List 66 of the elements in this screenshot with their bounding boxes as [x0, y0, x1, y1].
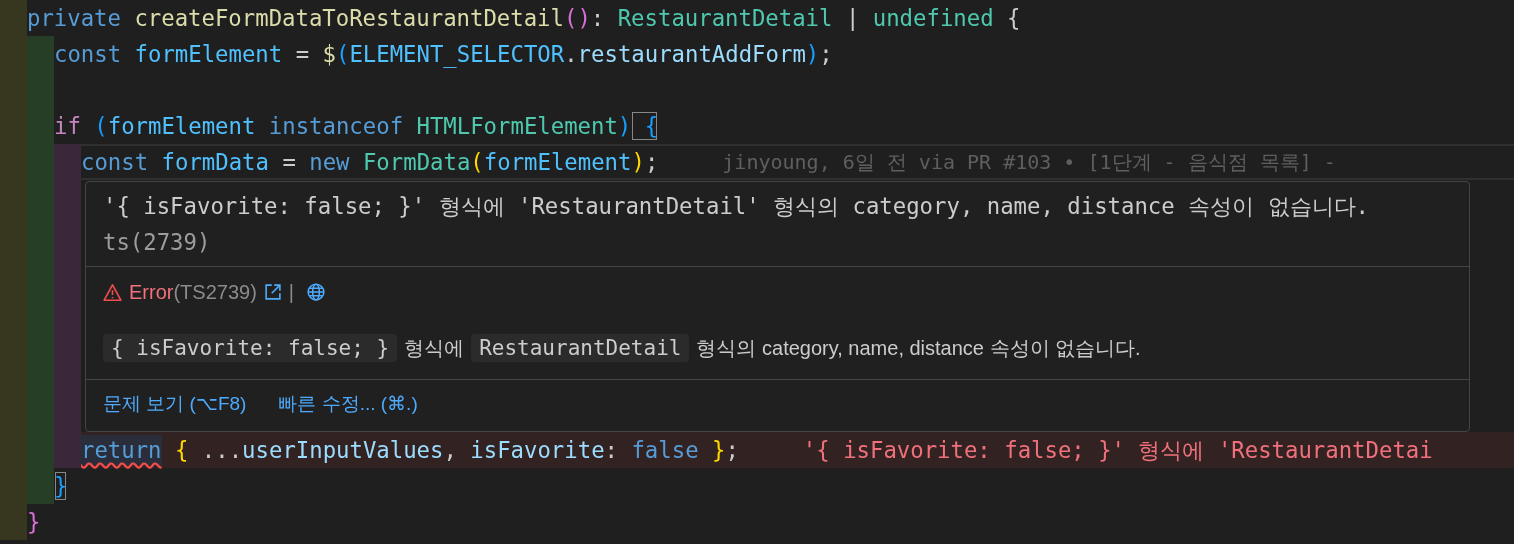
code-token: : — [604, 436, 618, 465]
code-token: ; — [644, 148, 659, 177]
code-token: : — [590, 4, 605, 33]
code-chip: { isFavorite: false; } — [103, 334, 398, 362]
code-token: ; — [725, 436, 739, 465]
code-token: RestaurantDetail — [616, 4, 833, 33]
code-token: { — [173, 436, 189, 465]
detail-text: 형식의 category, name, distance 속성이 없습니다. — [696, 335, 1141, 361]
code-token: ( — [470, 148, 484, 177]
indent-guide — [0, 0, 27, 36]
hover-message: '{ isFavorite: false; }' 형식에 'RestaurantDetail' 형식의 category, name, distance 속성이 없습니다. ts(2739) — [102, 192, 1370, 257]
code-token: = — [281, 148, 296, 177]
code-token: if — [54, 112, 81, 141]
blame-annotation: jinyoung, 6일 전 via PR #103 • [1단계 - 음식점 목록] - — [722, 149, 1336, 176]
code-token: } — [27, 508, 41, 537]
code-token: ) — [617, 112, 632, 141]
matched-bracket: } — [54, 471, 68, 501]
code-token: ( — [335, 40, 350, 69]
code-token: restaurantAddForm — [577, 40, 806, 69]
code-token: createFormDataToRestaurantDetail — [133, 4, 564, 33]
detail-text: 형식에 — [404, 335, 465, 361]
code-token: const — [54, 40, 122, 69]
code-token: () — [563, 4, 591, 33]
code-token: $ — [321, 40, 336, 69]
code-token: undefined — [871, 4, 994, 33]
inline-error-message: '{ isFavorite: false; }' 형식에 'RestaurantDetai — [802, 436, 1433, 465]
code-token: { — [1006, 4, 1021, 33]
indent-guide — [0, 504, 27, 540]
code-token: ( — [93, 112, 108, 141]
code-token: formElement — [107, 112, 256, 141]
code-chip: RestaurantDetail — [471, 334, 690, 362]
indent-guide — [27, 468, 54, 504]
code-token: private — [27, 4, 121, 33]
globe-icon[interactable] — [306, 282, 327, 302]
code-token: new — [308, 148, 350, 177]
code-token: ; — [819, 40, 833, 69]
code-token: | — [844, 4, 860, 33]
code-token: ELEMENT_SELECTOR — [349, 40, 565, 69]
code-token: , — [443, 436, 457, 465]
external-link-icon[interactable] — [262, 282, 283, 302]
code-token: ) — [631, 148, 645, 177]
error-label: Error — [129, 280, 174, 304]
indent-guide — [54, 432, 81, 468]
error-keyword: return — [81, 435, 162, 465]
code-token: = — [294, 40, 310, 69]
matched-bracket: { — [631, 111, 659, 141]
code-token: } — [711, 436, 726, 465]
code-token: ) — [805, 40, 820, 69]
code-token: false — [630, 436, 699, 465]
indent-guide — [27, 36, 54, 72]
code-token: const — [81, 148, 149, 177]
error-code: (TS2739) — [173, 280, 257, 304]
code-token: isFavorite — [469, 436, 605, 465]
code-token: userInputValues — [242, 436, 444, 465]
separator: | — [288, 280, 295, 304]
code-token: formElement — [133, 40, 283, 69]
action-link[interactable]: 문제 보기 (⌥F8) — [103, 391, 247, 417]
code-token: . — [564, 40, 578, 69]
code-token: HTMLFormElement — [415, 112, 618, 141]
code-token: formElement — [483, 148, 632, 177]
code-token: formData — [160, 148, 269, 177]
warning-icon — [103, 282, 122, 302]
code-token: instanceof — [267, 112, 404, 141]
code-token: ... — [200, 436, 243, 465]
action-link[interactable]: 빠른 수정... (⌘.) — [278, 391, 418, 417]
code-token: FormData — [361, 148, 471, 177]
